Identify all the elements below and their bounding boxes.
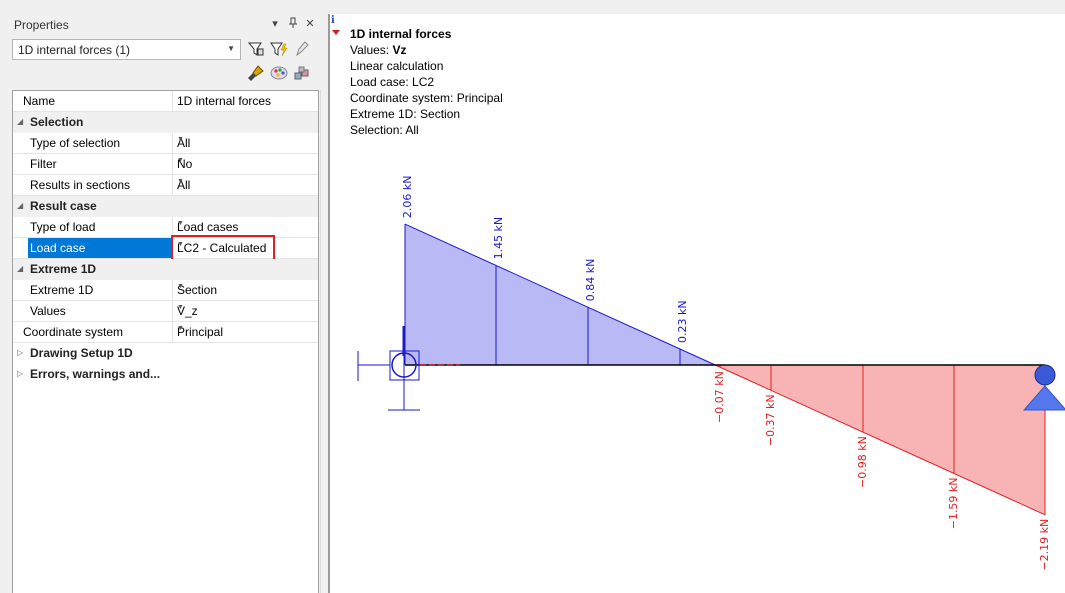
type-of-load-dropdown[interactable]: Load cases ▼ bbox=[172, 217, 318, 237]
value-label: −0.37 kN bbox=[764, 394, 777, 446]
category-extreme-1d[interactable]: ◢ Extreme 1D bbox=[13, 259, 318, 280]
value-label: 1.45 kN bbox=[492, 217, 505, 260]
type-of-selection-dropdown[interactable]: All ▼ bbox=[172, 133, 318, 153]
collapse-triangle-icon[interactable]: ◢ bbox=[17, 117, 23, 126]
property-row-values[interactable]: Values V_z ▼ bbox=[13, 301, 318, 322]
panel-scrollbar[interactable] bbox=[320, 90, 328, 593]
collapse-triangle-icon[interactable]: ◢ bbox=[17, 201, 23, 210]
properties-selector[interactable]: 1D internal forces (1) ▼ bbox=[12, 39, 241, 60]
values-dropdown[interactable]: V_z ▼ bbox=[172, 301, 318, 321]
properties-selector-value: 1D internal forces (1) bbox=[18, 43, 131, 57]
value-label: 2.06 kN bbox=[401, 176, 414, 219]
brush-icon[interactable] bbox=[247, 64, 265, 82]
value-label: 0.84 kN bbox=[584, 259, 597, 302]
properties-header: Properties ▾ ✕ bbox=[0, 14, 328, 36]
chevron-down-icon: ▼ bbox=[177, 283, 184, 290]
value-label: 0.23 kN bbox=[676, 300, 689, 343]
property-row-name[interactable]: Name 1D internal forces bbox=[13, 91, 318, 112]
category-selection-label: Selection bbox=[30, 115, 84, 129]
force-diagram: 2.06 kN 1.45 kN 0.84 kN 0.23 kN −0.07 kN −0.3… bbox=[357, 176, 1065, 571]
property-row-results-in-sections[interactable]: Results in sections All ▼ bbox=[13, 175, 318, 196]
chevron-down-icon: ▼ bbox=[177, 178, 184, 185]
category-errors[interactable]: ▷ Errors, warnings and... bbox=[13, 364, 318, 385]
roller-ball bbox=[1034, 364, 1056, 386]
property-row-filter[interactable]: Filter No ▼ bbox=[13, 154, 318, 175]
chevron-down-icon: ▼ bbox=[177, 157, 184, 164]
category-drawing-setup-label: Drawing Setup 1D bbox=[30, 346, 133, 360]
filter-lightning-icon[interactable] bbox=[270, 40, 288, 58]
value-label: −0.07 kN bbox=[713, 371, 726, 423]
chevron-down-icon: ▼ bbox=[177, 325, 184, 332]
chevron-down-icon: ▼ bbox=[177, 136, 184, 143]
graphic-view[interactable]: i 1D internal forces Values: Vz Linear c… bbox=[328, 14, 1065, 593]
property-row-type-of-selection[interactable]: Type of selection All ▼ bbox=[13, 133, 318, 154]
results-in-sections-label: Results in sections bbox=[30, 178, 131, 192]
category-result-case-label: Result case bbox=[30, 199, 97, 213]
dropdown-arrow-icon[interactable]: ▾ bbox=[268, 17, 282, 31]
properties-panel: Properties ▾ ✕ 1D internal forces (1) ▼ … bbox=[0, 0, 328, 593]
close-icon[interactable]: ✕ bbox=[303, 17, 317, 31]
name-value: 1D internal forces bbox=[177, 94, 272, 108]
extreme-1d-label: Extreme 1D bbox=[30, 283, 94, 297]
properties-title: Properties bbox=[14, 18, 69, 32]
filter-select-icon[interactable] bbox=[247, 40, 265, 58]
category-drawing-setup[interactable]: ▷ Drawing Setup 1D bbox=[13, 343, 318, 364]
value-label: −1.59 kN bbox=[947, 477, 960, 529]
name-value-cell[interactable]: 1D internal forces bbox=[172, 91, 318, 111]
filter-label: Filter bbox=[30, 157, 57, 171]
cubes-icon[interactable] bbox=[293, 64, 311, 82]
property-row-extreme-1d[interactable]: Extreme 1D Section ▼ bbox=[13, 280, 318, 301]
property-row-load-case[interactable]: Load case LC2 - Calculated ▼ bbox=[13, 235, 318, 261]
category-errors-label: Errors, warnings and... bbox=[30, 367, 161, 381]
category-selection[interactable]: ◢ Selection bbox=[13, 112, 318, 133]
load-case-label: Load case bbox=[30, 241, 86, 255]
value-label: −0.98 kN bbox=[856, 436, 869, 488]
property-row-coordinate-system[interactable]: Coordinate system Principal ▼ bbox=[13, 322, 318, 343]
category-result-case[interactable]: ◢ Result case bbox=[13, 196, 318, 217]
expand-triangle-icon[interactable]: ▷ bbox=[17, 348, 23, 357]
highlight-box bbox=[171, 235, 275, 261]
coordinate-system-label: Coordinate system bbox=[23, 325, 124, 339]
name-label: Name bbox=[23, 94, 56, 108]
pin-icon[interactable] bbox=[286, 17, 300, 31]
expand-triangle-icon[interactable]: ▷ bbox=[17, 369, 23, 378]
value-label: −2.19 kN bbox=[1038, 519, 1051, 571]
chevron-down-icon: ▼ bbox=[177, 304, 184, 311]
results-in-sections-dropdown[interactable]: All ▼ bbox=[172, 175, 318, 195]
pencil-icon[interactable] bbox=[293, 40, 311, 58]
category-extreme-1d-label: Extreme 1D bbox=[30, 262, 97, 276]
type-of-selection-label: Type of selection bbox=[30, 136, 121, 150]
chevron-down-icon: ▼ bbox=[227, 44, 235, 53]
filter-dropdown[interactable]: No ▼ bbox=[172, 154, 318, 174]
values-label: Values bbox=[30, 304, 66, 318]
palette-icon[interactable] bbox=[270, 64, 288, 82]
extreme-1d-dropdown[interactable]: Section ▼ bbox=[172, 280, 318, 300]
coordinate-system-dropdown[interactable]: Principal ▼ bbox=[172, 322, 318, 342]
type-of-load-label: Type of load bbox=[30, 220, 96, 234]
collapse-triangle-icon[interactable]: ◢ bbox=[17, 264, 23, 273]
chevron-down-icon: ▼ bbox=[177, 220, 184, 227]
property-grid: Name 1D internal forces ◢ Selection Type… bbox=[12, 90, 319, 593]
